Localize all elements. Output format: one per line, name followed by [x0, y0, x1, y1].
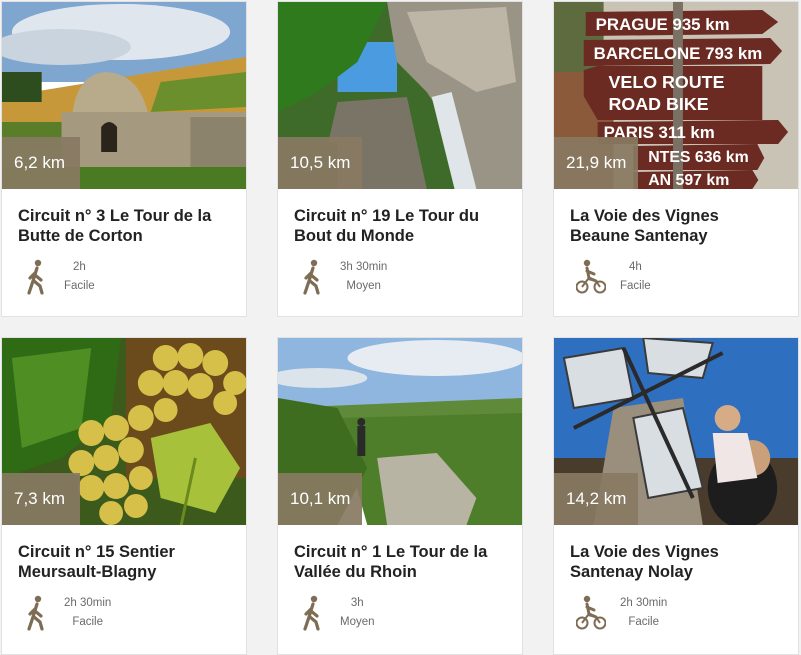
duration: 2h 30min	[64, 597, 112, 609]
distance-badge: 6,2 km	[2, 137, 80, 189]
trail-meta: 2h 30min Facile	[24, 594, 246, 632]
trail-card[interactable]: PRAGUE 935 km BARCELONE 793 km VELO ROUT…	[553, 1, 799, 317]
trail-meta: 4h Facile	[576, 258, 798, 296]
duration: 3h	[350, 597, 364, 609]
trail-title[interactable]: La Voie des Vignes Santenay Nolay	[570, 542, 782, 582]
trail-photo[interactable]: 7,3 km	[2, 338, 246, 525]
trail-card[interactable]: 10,1 km Circuit n° 1 Le Tour de la Vallé…	[277, 337, 523, 655]
bike-icon	[576, 595, 606, 631]
difficulty: Facile	[628, 616, 659, 628]
trail-title[interactable]: Circuit n° 1 Le Tour de la Vallée du Rho…	[294, 542, 506, 582]
trail-photo[interactable]: 10,1 km	[278, 338, 522, 525]
trail-card[interactable]: 10,5 km Circuit n° 19 Le Tour du Bout du…	[277, 1, 523, 317]
sign-text: VELO ROUTE	[609, 72, 725, 92]
trail-photo[interactable]: PRAGUE 935 km BARCELONE 793 km VELO ROUT…	[554, 2, 798, 189]
distance-badge: 10,5 km	[278, 137, 363, 189]
distance-badge: 21,9 km	[554, 137, 639, 189]
trail-meta: 2h Facile	[24, 258, 246, 296]
sign-text: PRAGUE 935 km	[596, 15, 730, 34]
sign-text: NTES 636 km	[648, 149, 748, 166]
duration: 2h 30min	[620, 597, 668, 609]
duration: 4h	[628, 261, 642, 273]
sign-text: ROAD BIKE	[609, 94, 709, 114]
sign-text: BARCELONE 793 km	[594, 44, 763, 63]
difficulty: Facile	[72, 616, 103, 628]
trail-title[interactable]: Circuit n° 3 Le Tour de la Butte de Cort…	[18, 206, 230, 246]
distance-badge: 7,3 km	[2, 473, 80, 525]
difficulty: Facile	[64, 280, 95, 292]
distance-badge: 10,1 km	[278, 473, 363, 525]
trail-meta: 3h 30min Moyen	[300, 258, 522, 296]
trail-photo[interactable]: 14,2 km	[554, 338, 798, 525]
trail-card[interactable]: 7,3 km Circuit n° 15 Sentier Meursault-B…	[1, 337, 247, 655]
duration: 2h	[72, 261, 86, 273]
trail-photo[interactable]: 6,2 km	[2, 2, 246, 189]
trail-card[interactable]: 14,2 km La Voie des Vignes Santenay Nola…	[553, 337, 799, 655]
distance-badge: 14,2 km	[554, 473, 639, 525]
duration: 3h 30min	[340, 261, 388, 273]
trail-card[interactable]: 6,2 km Circuit n° 3 Le Tour de la Butte …	[1, 1, 247, 317]
difficulty: Moyen	[346, 280, 381, 292]
trail-title[interactable]: La Voie des Vignes Beaune Santenay	[570, 206, 782, 246]
bike-icon	[576, 259, 606, 295]
trail-meta: 3h Moyen	[300, 594, 522, 632]
trail-photo[interactable]: 10,5 km	[278, 2, 522, 189]
walking-icon	[24, 595, 50, 631]
difficulty: Facile	[620, 280, 651, 292]
trail-meta: 2h 30min Facile	[576, 594, 798, 632]
trail-title[interactable]: Circuit n° 15 Sentier Meursault-Blagny	[18, 542, 230, 582]
walking-icon	[24, 259, 50, 295]
walking-icon	[300, 595, 326, 631]
walking-icon	[300, 259, 326, 295]
sign-text: AN 597 km	[648, 172, 729, 189]
trail-title[interactable]: Circuit n° 19 Le Tour du Bout du Monde	[294, 206, 506, 246]
difficulty: Moyen	[340, 616, 375, 628]
